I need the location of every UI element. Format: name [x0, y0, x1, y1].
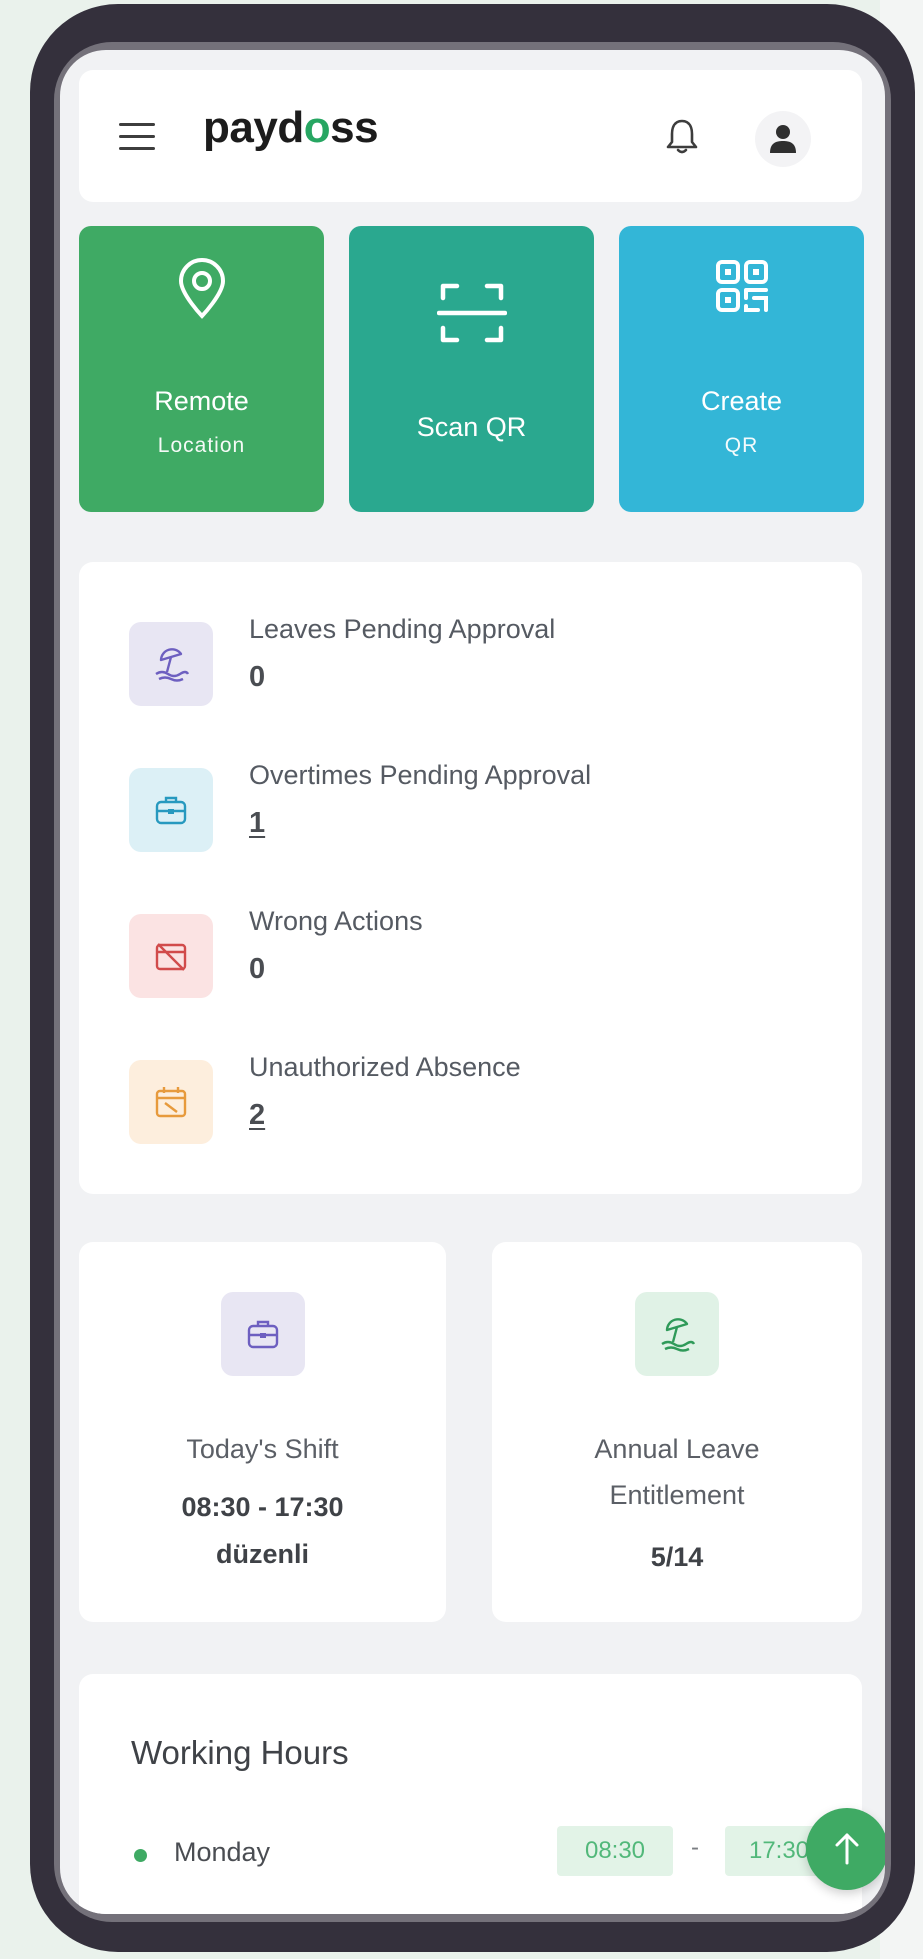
- leaves-pending-value: 0: [249, 661, 266, 693]
- status-dot: [134, 1849, 147, 1862]
- pending-summary-card: Leaves Pending Approval 0 Overtimes Pend…: [79, 562, 862, 1194]
- annual-leave-label-line1: Annual Leave: [594, 1434, 760, 1464]
- briefcase-icon: [247, 1320, 278, 1349]
- overtimes-pending-label: Overtimes Pending Approval: [249, 760, 592, 790]
- map-pin-icon: [178, 258, 225, 319]
- leaves-pending-row: Leaves Pending Approval 0: [129, 614, 829, 714]
- time-separator: -: [691, 1834, 699, 1861]
- todays-shift-type: düzenli: [216, 1539, 309, 1569]
- avatar[interactable]: [755, 111, 811, 167]
- phone-bezel: paydoss Remote Location Scan QR Create Q…: [54, 42, 891, 1922]
- todays-shift-card: Today's Shift 08:30 - 17:30 düzenli: [79, 1242, 446, 1622]
- annual-leave-icon-badge: [635, 1292, 719, 1376]
- leaves-pending-label: Leaves Pending Approval: [249, 614, 556, 644]
- annual-leave-card: Annual Leave Entitlement 5/14: [492, 1242, 862, 1622]
- bell-icon[interactable]: [664, 116, 700, 156]
- absence-icon-badge: [129, 1060, 213, 1144]
- app-logo: paydoss: [203, 103, 379, 152]
- calendar-cross-icon: [155, 943, 187, 971]
- scan-qr-label: Scan QR: [416, 412, 527, 442]
- working-hours-card: Working Hours Monday 08:30 - 17:30: [79, 1674, 862, 1914]
- todays-shift-label: Today's Shift: [186, 1434, 339, 1464]
- unauthorized-absence-label: Unauthorized Absence: [249, 1052, 521, 1082]
- scan-qr-button[interactable]: Scan QR: [349, 226, 594, 512]
- calendar-icon: [155, 1087, 187, 1118]
- wrong-actions-row: Wrong Actions 0: [129, 906, 829, 1006]
- annual-leave-label-line2: Entitlement: [609, 1480, 745, 1510]
- scroll-to-top-button[interactable]: [806, 1808, 885, 1890]
- overtimes-pending-link[interactable]: 1: [249, 807, 265, 840]
- create-qr-label: Create: [700, 386, 783, 416]
- unauthorized-absence-row: Unauthorized Absence 2: [129, 1052, 829, 1152]
- working-hours-title: Working Hours: [131, 1734, 349, 1771]
- leaves-icon-badge: [129, 622, 213, 706]
- remote-location-label: Remote: [154, 386, 249, 416]
- todays-shift-time: 08:30 - 17:30: [181, 1492, 344, 1522]
- working-day: Monday: [174, 1837, 271, 1867]
- remote-location-button[interactable]: Remote Location: [79, 226, 324, 512]
- phone-frame: paydoss Remote Location Scan QR Create Q…: [30, 4, 915, 1952]
- annual-leave-value: 5/14: [650, 1542, 704, 1572]
- arrow-up-icon: [835, 1833, 859, 1865]
- scan-icon: [436, 283, 507, 343]
- beach-umbrella-icon: [155, 648, 189, 682]
- wrong-actions-label: Wrong Actions: [249, 906, 423, 936]
- briefcase-icon: [155, 796, 187, 825]
- wrong-actions-icon-badge: [129, 914, 213, 998]
- start-time-badge: 08:30: [557, 1826, 673, 1876]
- wrong-actions-value: 0: [249, 953, 266, 985]
- overtimes-pending-row: Overtimes Pending Approval 1: [129, 760, 829, 860]
- app-header: paydoss: [79, 70, 862, 202]
- create-qr-button[interactable]: Create QR: [619, 226, 864, 512]
- beach-umbrella-icon: [661, 1318, 695, 1352]
- remote-location-sublabel: Location: [157, 434, 246, 457]
- user-icon: [770, 125, 796, 153]
- qr-code-icon: [715, 260, 768, 312]
- unauthorized-absence-link[interactable]: 2: [249, 1099, 265, 1132]
- menu-icon[interactable]: [119, 123, 155, 151]
- overtimes-icon-badge: [129, 768, 213, 852]
- shift-icon-badge: [220, 1292, 305, 1376]
- app-screen: paydoss Remote Location Scan QR Create Q…: [60, 50, 885, 1914]
- create-qr-sublabel: QR: [724, 434, 759, 457]
